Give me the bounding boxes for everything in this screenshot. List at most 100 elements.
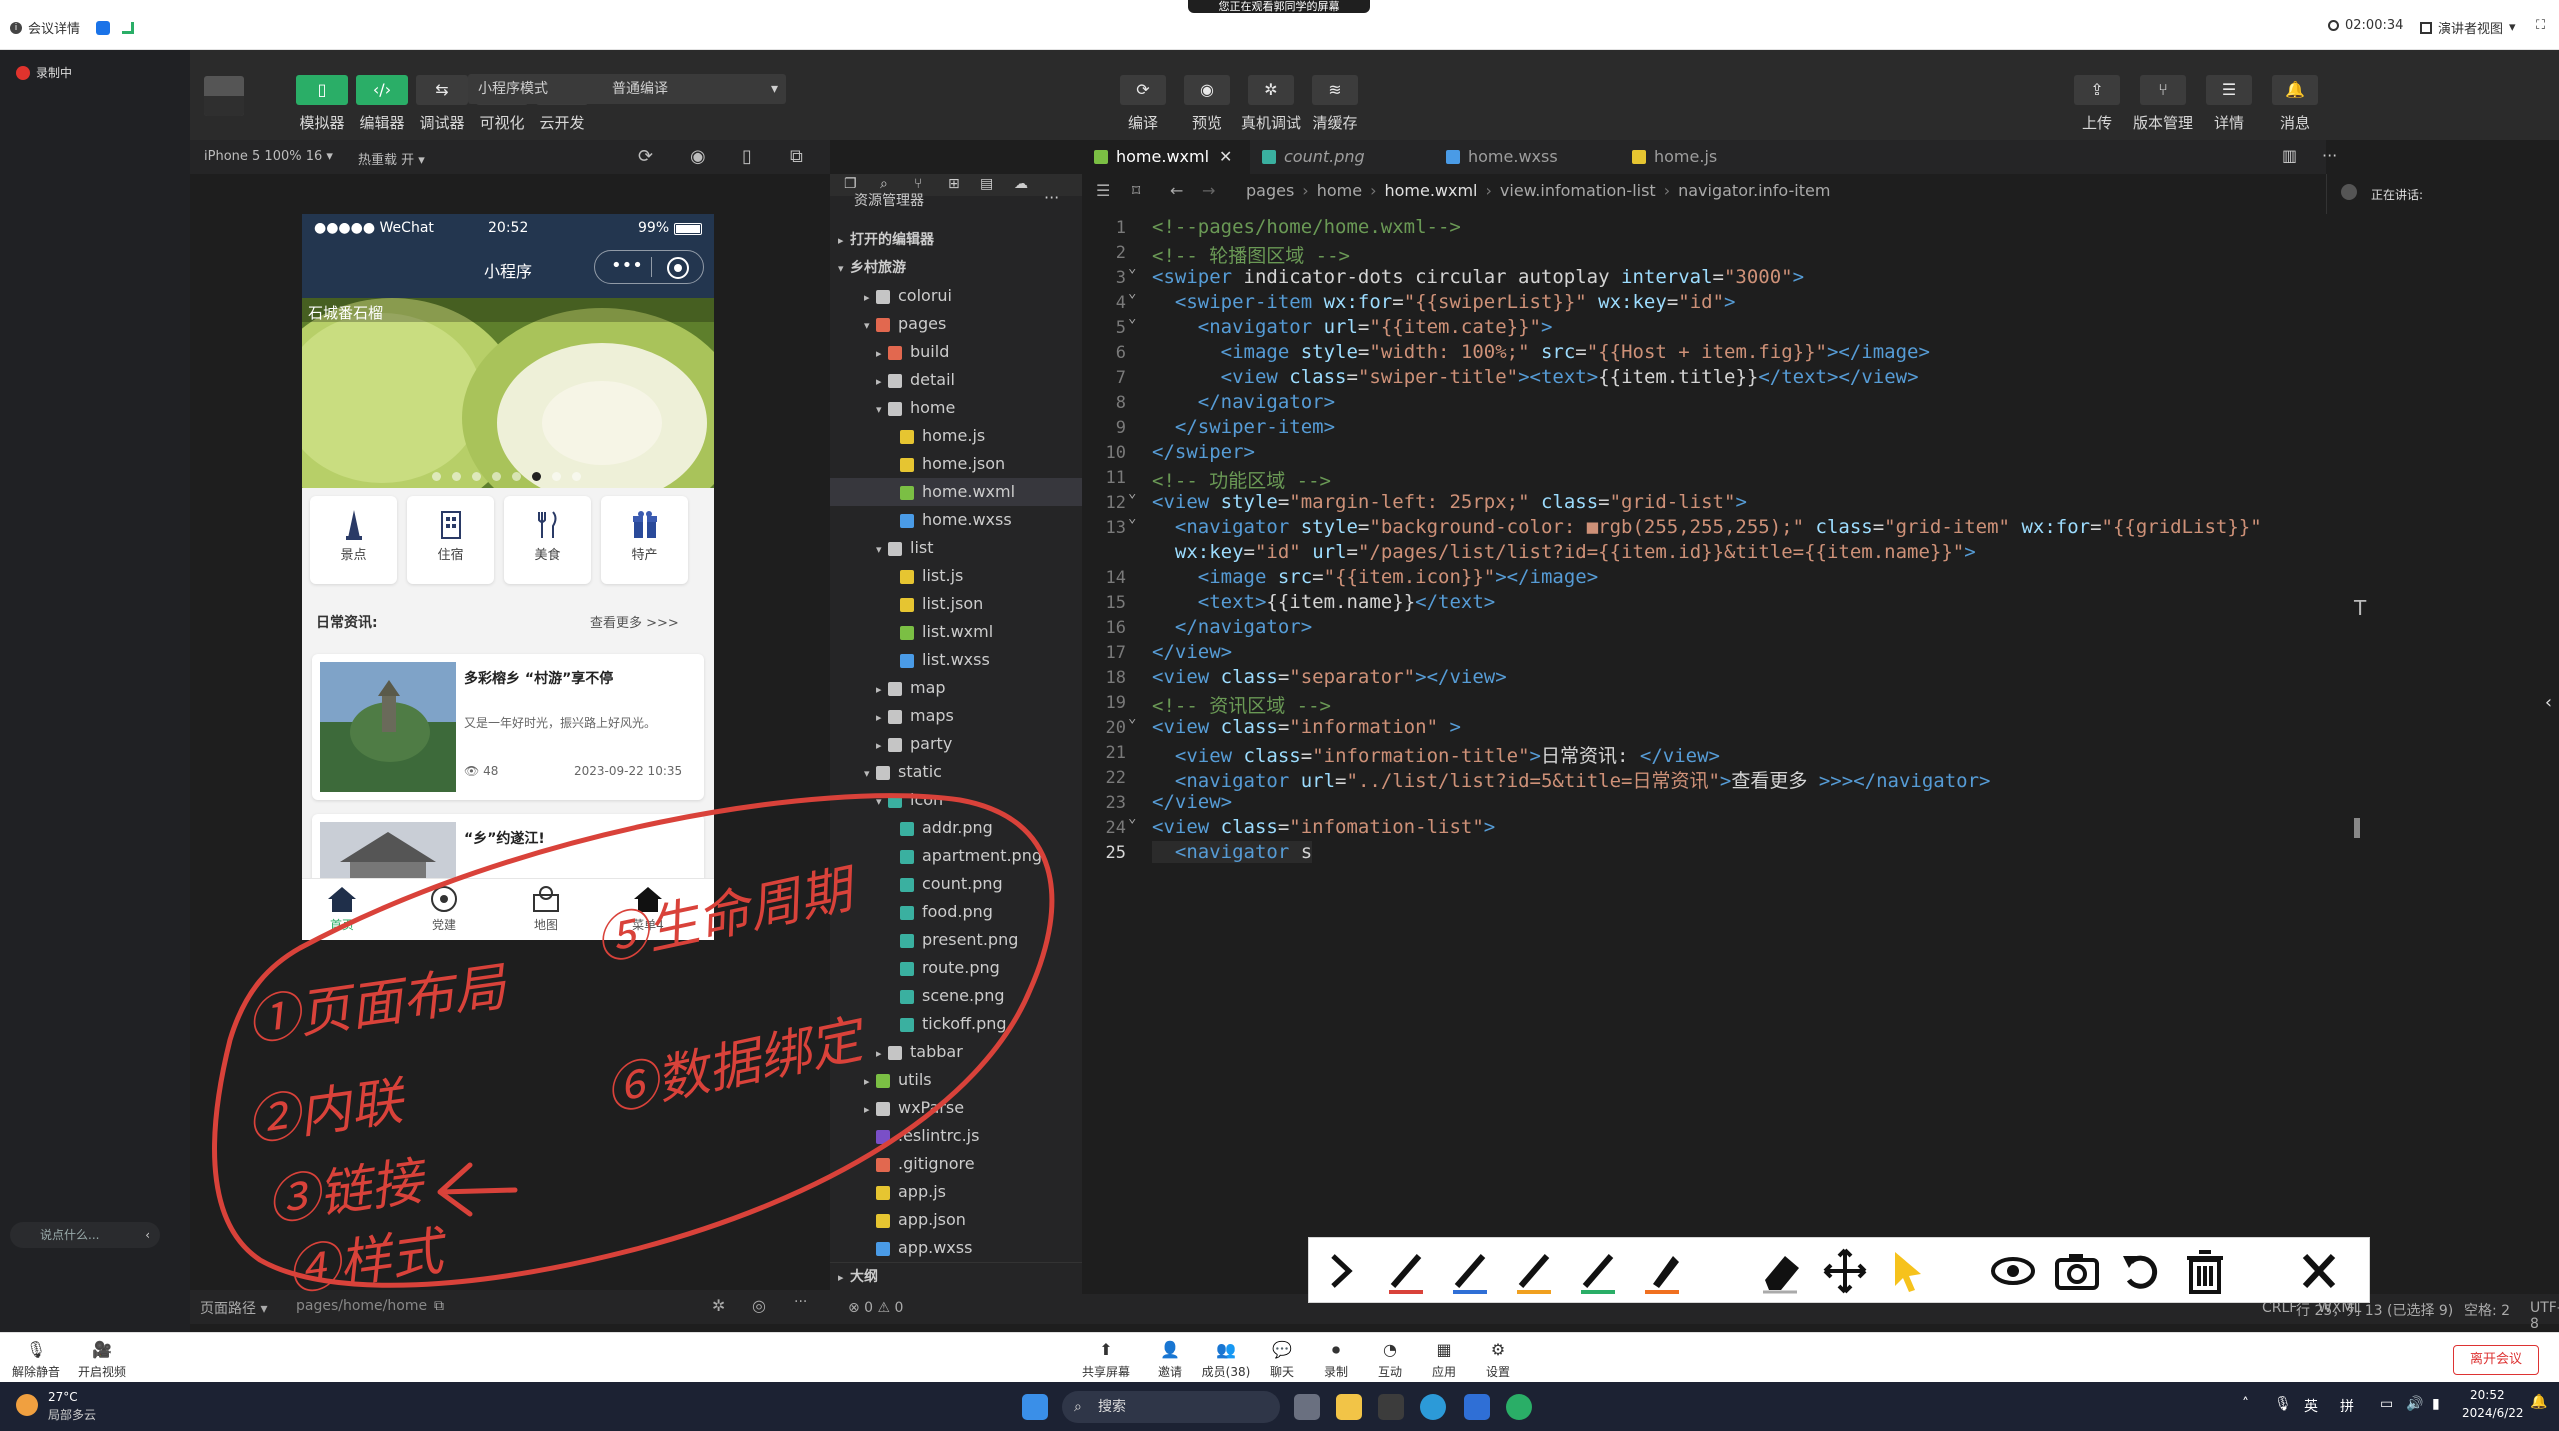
file-tree-item[interactable]: app.wxss <box>830 1234 1082 1262</box>
file-tree-item[interactable]: ▸ build <box>830 338 1082 366</box>
mic-icon[interactable]: 🎙 <box>2274 1396 2292 1412</box>
code-line[interactable]: <view class="infomation-list"> <box>1152 816 1495 838</box>
file-tree-item[interactable]: addr.png <box>830 814 1082 842</box>
chevron-left-icon[interactable]: ‹ <box>145 1222 150 1248</box>
code-line[interactable]: <navigator style="background-color: ■rgb… <box>1152 516 2262 538</box>
highlighter-icon[interactable] <box>1639 1246 1687 1296</box>
fold-chevron-icon[interactable]: ⌄ <box>1128 485 1136 501</box>
interact-button[interactable]: ◔ 互动 <box>1360 1339 1420 1380</box>
panel-icon[interactable]: ▤ <box>980 176 993 192</box>
pen-blue-icon[interactable] <box>1447 1246 1495 1296</box>
chevron-up-icon[interactable]: ˄ <box>2242 1396 2249 1412</box>
file-tree-item[interactable]: list.wxml <box>830 618 1082 646</box>
undo-icon[interactable] <box>2117 1246 2165 1296</box>
refresh-button[interactable]: ⟳ <box>1120 75 1166 105</box>
menu-button[interactable]: ☰ <box>2206 75 2252 105</box>
eraser-icon[interactable] <box>1757 1246 1805 1296</box>
chevron-left-icon[interactable]: ‹ <box>2538 686 2559 720</box>
file-tree-item[interactable]: home.wxss <box>830 506 1082 534</box>
file-tree-item[interactable]: route.png <box>830 954 1082 982</box>
fold-chevron-icon[interactable]: ⌄ <box>1128 310 1136 326</box>
fold-chevron-icon[interactable]: ⌄ <box>1128 285 1136 301</box>
file-tree-item[interactable]: list.json <box>830 590 1082 618</box>
news-card[interactable]: 多彩榕乡 “村游”享不停 又是一年好时光，振兴路上好风光。 👁 48 2023-… <box>312 654 704 800</box>
battery-icon[interactable]: ▮ <box>2432 1396 2440 1412</box>
file-tree-item[interactable]: ▾ static <box>830 758 1082 786</box>
code-line[interactable]: <view style="margin-left: 25rpx;" class=… <box>1152 491 1747 513</box>
code-line[interactable]: </view> <box>1152 641 1232 663</box>
code-line[interactable]: <view class="swiper-title"><text>{{item.… <box>1152 366 1919 388</box>
stop-icon[interactable]: ◉ <box>690 146 706 167</box>
news-more-link[interactable]: 查看更多 >>> <box>590 612 679 631</box>
code-line[interactable]: <navigator url="../list/list?id=5&title=… <box>1152 766 1991 793</box>
bookmark-icon[interactable]: ⌑ <box>1132 174 1140 208</box>
swiper-banner[interactable]: 石城番石榴 <box>302 298 714 488</box>
file-tree-item[interactable]: ▾ list <box>830 534 1082 562</box>
capsule-menu[interactable]: ••• <box>594 250 704 284</box>
indent-setting[interactable]: 空格: 2 <box>2464 1300 2510 1320</box>
taskbar-search[interactable]: ⌕ 搜索 <box>1062 1391 1280 1423</box>
close-icon[interactable]: ✕ <box>1219 147 1232 166</box>
tab-home-js[interactable]: home.js <box>1620 140 1780 174</box>
problems-indicator[interactable]: ⊗ 0 ⚠ 0 <box>848 1300 903 1316</box>
code-line[interactable]: <view class="separator"></view> <box>1152 666 1507 688</box>
device-icon[interactable]: ▯ <box>742 146 752 167</box>
more-icon[interactable]: ··· <box>1044 188 1059 207</box>
grid-item-food[interactable]: 美食 <box>504 496 591 584</box>
chat-input[interactable]: 说点什么... ‹ <box>10 1222 160 1248</box>
fold-chevron-icon[interactable]: ⌄ <box>1128 710 1136 726</box>
code-line[interactable]: <image style="width: 100%;" src="{{Host … <box>1152 341 1930 363</box>
avatar[interactable] <box>204 76 244 116</box>
list-icon[interactable]: ☰ <box>1096 174 1110 208</box>
upload-button[interactable]: ⇪ <box>2074 75 2120 105</box>
close-icon[interactable] <box>2295 1246 2343 1296</box>
meeting-app-icon[interactable] <box>1464 1394 1490 1420</box>
file-tree-item[interactable]: app.json <box>830 1206 1082 1234</box>
leave-meeting-button[interactable]: 离开会议 <box>2453 1345 2539 1375</box>
code-line[interactable]: <navigator s <box>1152 841 1313 863</box>
bug-icon[interactable]: ✲ <box>712 1296 725 1315</box>
file-tree-item[interactable]: present.png <box>830 926 1082 954</box>
hot-reload-toggle[interactable]: 热重载 开 ▾ <box>358 149 425 168</box>
invite-button[interactable]: 👤 邀请 <box>1140 1339 1200 1380</box>
camera-button[interactable]: 🎥 开启视频 <box>72 1339 132 1380</box>
code-line[interactable]: </swiper> <box>1152 441 1255 463</box>
code-line[interactable]: <text>{{item.name}}</text> <box>1152 591 1495 613</box>
bell-button[interactable]: 🔔 <box>2272 75 2318 105</box>
view-switcher[interactable]: 演讲者视图 ▾ <box>2420 18 2516 37</box>
grid-item-specialty[interactable]: 特产 <box>601 496 688 584</box>
code-line[interactable]: <!-- 资讯区域 --> <box>1152 691 1331 718</box>
branch-button[interactable]: ⑂ <box>2140 75 2186 105</box>
apps-button[interactable]: ▦ 应用 <box>1414 1339 1474 1380</box>
code-line[interactable]: </navigator> <box>1152 616 1312 638</box>
grid-item-scenic[interactable]: 景点 <box>310 496 397 584</box>
encoding[interactable]: UTF-8 <box>2530 1300 2559 1332</box>
file-tree-item[interactable]: ▸ utils <box>830 1066 1082 1094</box>
grid-item-lodging[interactable]: 住宿 <box>407 496 494 584</box>
file-tree-item[interactable]: ▸ maps <box>830 702 1082 730</box>
file-tree-item[interactable]: home.json <box>830 450 1082 478</box>
ime-lang[interactable]: 英 <box>2304 1396 2318 1416</box>
tab-home-wxss[interactable]: home.wxss <box>1434 140 1620 174</box>
network-icon[interactable]: ▭ <box>2380 1396 2393 1412</box>
fold-chevron-icon[interactable]: ⌄ <box>1128 810 1136 826</box>
window-icon[interactable]: ⧉ <box>790 146 803 167</box>
file-tree-item[interactable]: home.js <box>830 422 1082 450</box>
file-tree-item[interactable]: list.wxss <box>830 646 1082 674</box>
eye-icon[interactable]: ◎ <box>752 1296 766 1315</box>
file-tree-item[interactable]: home.wxml <box>830 478 1082 506</box>
pen-red-icon[interactable] <box>1383 1246 1431 1296</box>
file-tree-item[interactable]: ▾ icon <box>830 786 1082 814</box>
more-icon[interactable]: ··· <box>2322 146 2337 165</box>
close-circle-icon[interactable] <box>667 257 689 279</box>
file-tree-item[interactable]: ▸ wxParse <box>830 1094 1082 1122</box>
more-icon[interactable]: ••• <box>611 255 643 276</box>
clock-time[interactable]: 20:52 <box>2470 1388 2505 1402</box>
chat-button[interactable]: 💬 聊天 <box>1252 1339 1312 1380</box>
edge-icon[interactable] <box>1420 1394 1446 1420</box>
code-line[interactable]: wx:key="id" url="/pages/list/list?id={{i… <box>1152 541 1976 563</box>
file-tree-item[interactable]: list.js <box>830 562 1082 590</box>
breadcrumb-item[interactable]: home <box>1317 181 1362 200</box>
wechat-icon[interactable] <box>1506 1394 1532 1420</box>
clock-date[interactable]: 2024/6/22 <box>2462 1406 2524 1420</box>
